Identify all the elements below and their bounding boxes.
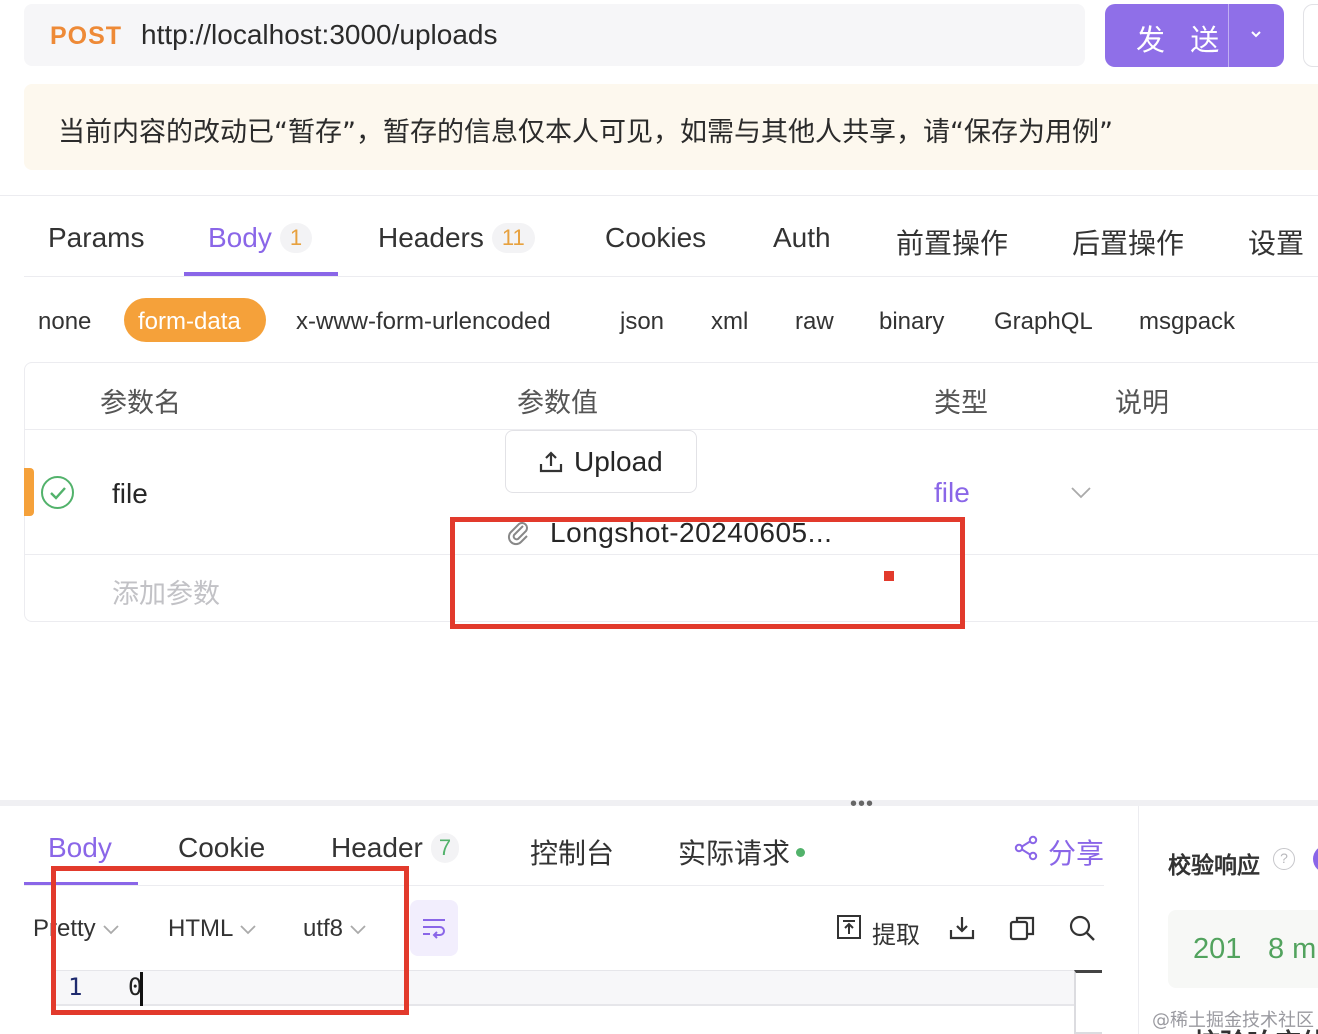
- share-icon[interactable]: [1013, 835, 1039, 861]
- body-type-none[interactable]: none: [38, 308, 91, 336]
- response-tab-console[interactable]: 控制台: [530, 832, 614, 872]
- tab-post-request[interactable]: 后置操作: [1072, 222, 1184, 262]
- body-type-json[interactable]: json: [620, 308, 664, 336]
- extract-icon[interactable]: [836, 914, 864, 942]
- divider: [1138, 806, 1139, 1034]
- word-wrap-button[interactable]: [410, 900, 458, 956]
- upload-label[interactable]: Upload: [574, 446, 663, 478]
- column-header-type: 类型: [934, 388, 988, 419]
- annotation-dot: [884, 571, 894, 581]
- checkmark-circle-icon[interactable]: [41, 476, 74, 509]
- download-icon[interactable]: [948, 914, 976, 942]
- validation-toggle[interactable]: [1313, 845, 1318, 873]
- editor-scrollbar[interactable]: [1074, 970, 1102, 1034]
- divider: [0, 195, 1318, 196]
- send-divider: [1228, 4, 1229, 67]
- tab-auth[interactable]: Auth: [773, 222, 831, 254]
- column-header-name: 参数名: [100, 388, 181, 419]
- column-header-description: 说明: [1115, 388, 1169, 419]
- share-button[interactable]: 分享: [1048, 832, 1104, 872]
- body-type-raw[interactable]: raw: [795, 308, 834, 336]
- headers-count-badge: 11: [491, 223, 535, 253]
- add-param-input[interactable]: 添加参数: [112, 572, 220, 611]
- tab-headers[interactable]: Headers 11: [378, 222, 535, 254]
- divider: [24, 276, 1318, 277]
- method-selector[interactable]: POST: [50, 22, 122, 51]
- body-type-graphql[interactable]: GraphQL: [994, 308, 1093, 336]
- extract-button[interactable]: 提取: [872, 915, 920, 950]
- draft-notice-text: 当前内容的改动已“暂存”，暂存的信息仅本人可见，如需与其他人共享，请“保存为用例…: [58, 117, 1113, 148]
- help-icon[interactable]: ?: [1273, 848, 1295, 870]
- response-tab-actual-request[interactable]: 实际请求: [678, 832, 806, 872]
- response-time: 8 m: [1268, 933, 1317, 965]
- param-name-cell[interactable]: file: [112, 478, 148, 510]
- tab-params[interactable]: Params: [48, 222, 144, 254]
- body-type-xml[interactable]: xml: [711, 308, 748, 336]
- url-input[interactable]: http://localhost:3000/uploads: [141, 19, 497, 51]
- body-type-form-data[interactable]: form-data: [138, 308, 241, 336]
- search-icon[interactable]: [1068, 914, 1096, 942]
- save-button[interactable]: [1303, 4, 1318, 67]
- annotation-box: [51, 866, 409, 1015]
- row-drag-handle[interactable]: [24, 468, 34, 516]
- tab-settings[interactable]: 设置: [1248, 222, 1304, 262]
- validation-title: 校验响应: [1168, 853, 1260, 879]
- body-type-msgpack[interactable]: msgpack: [1139, 308, 1235, 336]
- header-count-badge: 7: [430, 833, 460, 863]
- watermark: @稀土掘金技术社区: [1152, 1010, 1314, 1031]
- chevron-down-icon[interactable]: [1246, 24, 1266, 44]
- tab-body[interactable]: Body 1: [208, 222, 313, 254]
- copy-icon[interactable]: [1008, 914, 1036, 942]
- send-label[interactable]: 发 送: [1136, 17, 1227, 59]
- drag-dots-icon[interactable]: •••: [850, 793, 874, 816]
- param-type-select[interactable]: file: [934, 477, 970, 509]
- upload-icon[interactable]: [538, 449, 564, 475]
- column-header-value: 参数值: [517, 388, 598, 419]
- tab-cookies[interactable]: Cookies: [605, 222, 706, 254]
- chevron-down-icon[interactable]: [1069, 480, 1093, 504]
- status-dot: [796, 848, 806, 857]
- response-tab-header[interactable]: Header 7: [331, 832, 460, 864]
- response-tab-body[interactable]: Body: [48, 832, 112, 864]
- body-type-binary[interactable]: binary: [879, 308, 944, 336]
- panel-splitter[interactable]: [0, 800, 1318, 806]
- body-type-urlencoded[interactable]: x-www-form-urlencoded: [296, 308, 551, 336]
- status-code: 201: [1193, 933, 1242, 965]
- response-tab-cookie[interactable]: Cookie: [178, 832, 265, 864]
- tab-pre-request[interactable]: 前置操作: [896, 222, 1008, 262]
- body-count-badge: 1: [279, 223, 313, 253]
